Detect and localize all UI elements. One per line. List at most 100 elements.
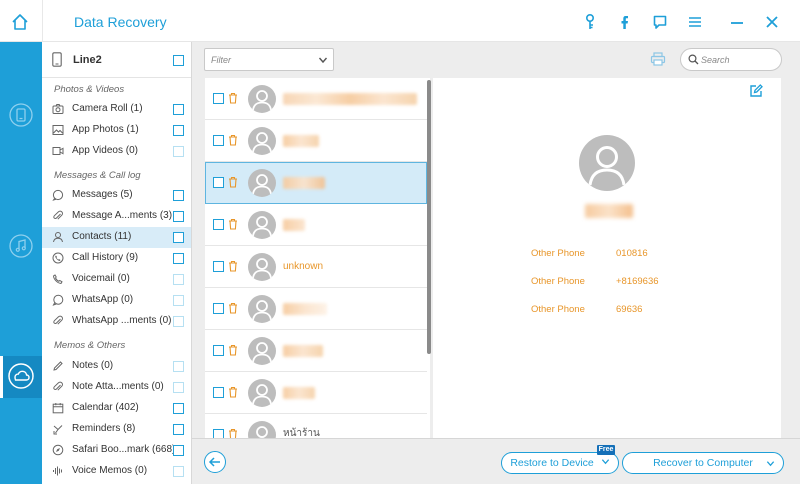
- contact-row[interactable]: unknown: [205, 246, 427, 288]
- category-contacts[interactable]: Contacts (11): [42, 227, 191, 248]
- category-checkbox[interactable]: [173, 146, 184, 157]
- category-checkbox[interactable]: [173, 316, 184, 327]
- chevron-down-icon: [601, 459, 609, 465]
- contact-checkbox[interactable]: [213, 345, 224, 356]
- contact-row[interactable]: [205, 372, 427, 414]
- image-icon: [52, 124, 64, 136]
- contact-row[interactable]: หน้าร้าน: [205, 414, 427, 438]
- avatar: [248, 421, 276, 438]
- category-checkbox[interactable]: [173, 445, 184, 456]
- contact-checkbox[interactable]: [213, 303, 224, 314]
- category-label: Safari Boo...mark (668): [72, 444, 176, 455]
- avatar: [248, 379, 276, 407]
- contact-row[interactable]: [205, 204, 427, 246]
- calendar-icon: [52, 402, 64, 414]
- avatar: [248, 127, 276, 155]
- avatar: [248, 85, 276, 113]
- contact-list: unknown หน้าร้าน: [205, 78, 430, 438]
- category-checkbox[interactable]: [173, 104, 184, 115]
- close-icon[interactable]: [762, 12, 782, 32]
- category-whatsapp[interactable]: WhatsApp (0): [42, 290, 191, 311]
- category-note-attachments[interactable]: Note Atta...ments (0): [42, 377, 191, 398]
- category-checkbox[interactable]: [173, 125, 184, 136]
- field-value: 69636: [616, 304, 643, 315]
- voice-memo-icon: [52, 465, 64, 477]
- edit-icon[interactable]: [749, 84, 763, 101]
- back-button[interactable]: [204, 451, 226, 473]
- category-call-history[interactable]: Call History (9): [42, 248, 191, 269]
- section-photos-videos: Photos & Videos: [54, 84, 125, 95]
- category-message-attachments[interactable]: Message A...ments (3): [42, 206, 191, 227]
- category-checkbox[interactable]: [173, 190, 184, 201]
- video-icon: [52, 145, 64, 157]
- contact-name: หน้าร้าน: [283, 428, 320, 438]
- contact-checkbox[interactable]: [213, 219, 224, 230]
- restore-to-device-button[interactable]: Restore to Device: [501, 452, 619, 474]
- menu-icon[interactable]: [685, 12, 705, 32]
- category-checkbox[interactable]: [173, 361, 184, 372]
- category-checkbox[interactable]: [173, 295, 184, 306]
- category-checkbox[interactable]: [173, 403, 184, 414]
- contact-checkbox[interactable]: [213, 387, 224, 398]
- category-checkbox[interactable]: [173, 253, 184, 264]
- chevron-down-icon: [766, 461, 775, 467]
- title-divider: [42, 0, 43, 42]
- recover-from-icloud-tab[interactable]: [0, 356, 42, 398]
- category-reminders[interactable]: Reminders (8): [42, 419, 191, 440]
- category-voice-memos[interactable]: Voice Memos (0): [42, 461, 191, 482]
- contact-checkbox[interactable]: [213, 135, 224, 146]
- device-row[interactable]: Line2: [42, 42, 191, 78]
- category-checkbox[interactable]: [173, 274, 184, 285]
- contact-row-selected[interactable]: [205, 162, 427, 204]
- contact-name: unknown: [283, 261, 324, 272]
- category-whatsapp-attachments[interactable]: WhatsApp ...ments (0): [42, 311, 191, 332]
- avatar: [248, 169, 276, 197]
- redacted-name: [283, 219, 305, 231]
- category-app-videos[interactable]: App Videos (0): [42, 141, 191, 162]
- category-safari-bookmark[interactable]: Safari Boo...mark (668): [42, 440, 191, 461]
- category-label: WhatsApp (0): [72, 294, 134, 305]
- paperclip-icon: [52, 210, 64, 222]
- category-notes[interactable]: Notes (0): [42, 356, 191, 377]
- category-checkbox[interactable]: [173, 211, 184, 222]
- contact-row[interactable]: [205, 78, 427, 120]
- category-checkbox[interactable]: [173, 382, 184, 393]
- app-title: Data Recovery: [74, 14, 167, 30]
- print-icon[interactable]: [650, 52, 666, 69]
- category-checkbox[interactable]: [173, 232, 184, 243]
- field-value: +8169636: [616, 276, 659, 287]
- chat-icon[interactable]: [650, 12, 670, 32]
- recover-from-itunes-tab[interactable]: [0, 226, 42, 268]
- device-checkbox[interactable]: [173, 55, 184, 66]
- reminder-icon: [52, 423, 64, 435]
- recover-from-device-tab[interactable]: [0, 95, 42, 137]
- contact-row[interactable]: [205, 330, 427, 372]
- home-icon[interactable]: [10, 12, 30, 32]
- contact-checkbox[interactable]: [213, 429, 224, 438]
- category-camera-roll[interactable]: Camera Roll (1): [42, 99, 191, 120]
- contact-row[interactable]: [205, 288, 427, 330]
- category-calendar[interactable]: Calendar (402): [42, 398, 191, 419]
- category-voicemail[interactable]: Voicemail (0): [42, 269, 191, 290]
- search-input[interactable]: Search: [680, 48, 782, 71]
- contact-checkbox[interactable]: [213, 177, 224, 188]
- category-checkbox[interactable]: [173, 466, 184, 477]
- contact-row[interactable]: [205, 120, 427, 162]
- category-panel: Line2 Photos & Videos Camera Roll (1) Ap…: [42, 42, 192, 484]
- contact-checkbox[interactable]: [213, 93, 224, 104]
- search-placeholder: Search: [701, 55, 730, 65]
- key-icon[interactable]: [580, 12, 600, 32]
- category-label: App Videos (0): [72, 145, 138, 156]
- category-messages[interactable]: Messages (5): [42, 185, 191, 206]
- category-app-photos[interactable]: App Photos (1): [42, 120, 191, 141]
- recover-label: Recover to Computer: [653, 457, 753, 469]
- contact-list-scrollbar[interactable]: [427, 80, 431, 354]
- facebook-icon[interactable]: [615, 12, 635, 32]
- category-checkbox[interactable]: [173, 424, 184, 435]
- trash-icon: [228, 428, 238, 438]
- recover-to-computer-button[interactable]: Recover to Computer: [622, 452, 784, 474]
- contact-checkbox[interactable]: [213, 261, 224, 272]
- filter-dropdown[interactable]: Filter: [204, 48, 334, 71]
- minimize-icon[interactable]: [727, 12, 747, 32]
- itunes-icon: [8, 233, 34, 262]
